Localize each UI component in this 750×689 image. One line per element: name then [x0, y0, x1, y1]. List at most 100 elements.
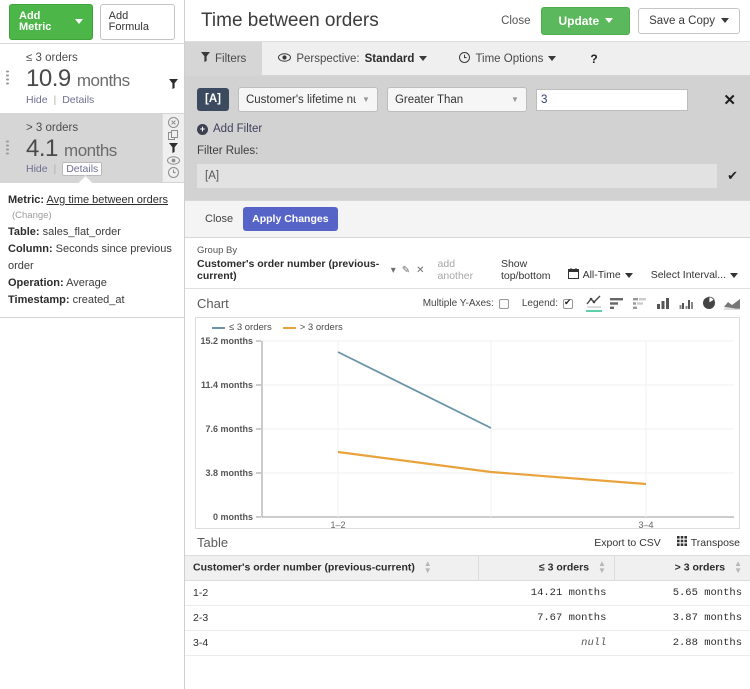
details-column-key: Column: [8, 243, 53, 255]
details-metric-row: Metric: Avg time between orders [8, 192, 176, 209]
eye-icon[interactable] [165, 154, 183, 167]
filter-tag-a: [A] [197, 87, 229, 112]
column-header-gt3[interactable]: > 3 orders ▲ ▼ [614, 555, 750, 581]
multiple-y-axes-checkbox[interactable] [498, 298, 509, 309]
drag-handle[interactable] [5, 139, 10, 157]
close-report-link[interactable]: Close [501, 15, 530, 27]
table-row[interactable]: 3-4 null 2.88 months [185, 630, 750, 656]
interval-selector[interactable]: Select Interval... [651, 269, 738, 281]
x-tick-label: 3–4 [638, 520, 653, 530]
table-body: 1-2 14.21 months 5.65 months 2-3 7.67 mo… [185, 580, 750, 656]
details-table-value: sales_flat_order [42, 225, 121, 238]
tab-time-options[interactable]: Time Options [443, 42, 572, 75]
filter-value-input[interactable] [535, 88, 688, 111]
filter-apply-bar: Close Apply Changes [185, 200, 750, 238]
metric-card-gt3[interactable]: > 3 orders 4.1 months Hide | Details [0, 113, 184, 184]
tab-help[interactable]: ? [572, 42, 615, 75]
legend-item-gt3[interactable]: > 3 orders [282, 322, 343, 333]
apply-changes-button[interactable]: Apply Changes [243, 207, 338, 231]
chart-toolbar: Chart Multiple Y-Axes: Legend: [185, 289, 750, 317]
grouped-column-chart-icon[interactable] [678, 295, 694, 312]
metric-card-value: 10.9 months [26, 65, 158, 93]
area-chart-icon[interactable] [724, 295, 740, 312]
column-chart-icon[interactable] [655, 295, 671, 312]
filter-icon[interactable] [165, 142, 183, 155]
transpose-label: Transpose [690, 536, 740, 549]
edit-pencil-icon[interactable]: ✎ [402, 265, 410, 276]
cell-le3: null [478, 630, 615, 656]
details-link[interactable]: Details [62, 94, 94, 106]
series-line-gt3 [337, 450, 647, 486]
column-header-group-label: Customer's order number (previous-curren… [193, 561, 415, 574]
close-icon[interactable] [165, 117, 183, 130]
duplicate-icon[interactable] [165, 129, 183, 142]
export-to-csv-button[interactable]: Export to CSV [594, 537, 661, 549]
details-table-row: Table: sales_flat_order [8, 224, 176, 241]
chevron-down-icon [548, 56, 557, 61]
filter-rules-input[interactable]: [A] [197, 164, 718, 188]
metric-card-label: > 3 orders [26, 121, 79, 134]
metric-card-icon-rail [162, 113, 184, 183]
pie-chart-icon[interactable] [701, 295, 717, 312]
add-formula-button[interactable]: Add Formula [99, 3, 175, 40]
drag-handle[interactable] [5, 69, 10, 87]
filter-panel: [A] Customer's lifetime num... ▼ Greater… [185, 76, 750, 200]
show-top-bottom-link[interactable]: Show top/bottom [501, 258, 568, 282]
remove-x-icon[interactable]: ✕ [416, 265, 424, 276]
legend-label-gt3: > 3 orders [299, 322, 343, 333]
filter-close-button[interactable]: Close [197, 213, 233, 225]
hide-link[interactable]: Hide [26, 163, 48, 175]
group-by-dimension[interactable]: Customer's order number (previous-curren… [197, 258, 385, 282]
details-change-link[interactable]: (Change) [8, 209, 176, 224]
column-header-group[interactable]: Customer's order number (previous-curren… [185, 555, 480, 581]
add-filter-button[interactable]: + Add Filter [197, 123, 738, 135]
details-column-row: Column: Seconds since previous order [8, 241, 176, 275]
cell-group: 3-4 [185, 630, 479, 656]
results-table: Customer's order number (previous-curren… [185, 555, 750, 656]
sort-icon[interactable]: ▲ ▼ [734, 560, 742, 575]
details-metric-key: Metric: [8, 194, 45, 207]
chevron-down-icon[interactable]: ▾ [391, 265, 396, 276]
update-label: Update [558, 13, 600, 28]
update-button[interactable]: Update [541, 6, 631, 35]
stacked-bar-chart-icon[interactable] [632, 295, 648, 312]
y-tick-label: 11.4 months [201, 380, 253, 390]
filter-icon[interactable] [164, 76, 182, 92]
filter-field-select[interactable]: Customer's lifetime num... ▼ [237, 87, 378, 112]
line-chart-icon[interactable] [586, 295, 602, 312]
remove-filter-icon[interactable]: ✕ [721, 91, 738, 109]
horizontal-bar-chart-icon[interactable] [609, 295, 625, 312]
sort-icon[interactable]: ▲ ▼ [424, 560, 432, 575]
table-row[interactable]: 2-3 7.67 months 3.87 months [185, 605, 750, 631]
tab-filters[interactable]: Filters [185, 42, 263, 75]
save-a-copy-label: Save a Copy [649, 14, 715, 27]
checkmark-icon[interactable]: ✔ [727, 168, 738, 184]
table-row[interactable]: 1-2 14.21 months 5.65 months [185, 580, 750, 606]
table-caption: Table [197, 535, 229, 550]
metric-card-le3[interactable]: ≤ 3 orders 10.9 months Hide | Details [0, 44, 184, 114]
filter-rules-label: Filter Rules: [197, 145, 259, 157]
chevron-down-icon [730, 272, 738, 278]
series-line-le3 [337, 351, 492, 429]
filter-operator-select[interactable]: Greater Than ▼ [386, 87, 527, 112]
column-header-gt3-label: > 3 orders [674, 561, 726, 574]
cell-gt3: 2.88 months [614, 630, 750, 656]
sort-icon[interactable]: ▲ ▼ [598, 560, 606, 575]
details-metric-value[interactable]: Avg time between orders [47, 194, 168, 206]
tab-perspective[interactable]: Perspective: Standard [262, 42, 443, 75]
save-a-copy-button[interactable]: Save a Copy [638, 7, 740, 34]
tab-time-options-label: Time Options [475, 52, 544, 65]
details-link[interactable]: Details [62, 162, 103, 177]
add-metric-label: Add Metric [19, 9, 52, 33]
legend-checkbox[interactable] [563, 297, 573, 309]
metrics-sidebar: Add Metric Add Formula ≤ 3 orders 10.9 m… [0, 0, 185, 689]
legend-item-le3[interactable]: ≤ 3 orders [212, 322, 272, 333]
add-metric-button[interactable]: Add Metric [9, 3, 93, 40]
add-another-link[interactable]: add another [438, 258, 485, 282]
transpose-button[interactable]: Transpose [676, 536, 740, 549]
hide-link[interactable]: Hide [26, 94, 48, 106]
time-range-selector[interactable]: All-Time [567, 268, 633, 282]
clock-icon[interactable] [165, 167, 183, 180]
column-header-le3[interactable]: ≤ 3 orders ▲ ▼ [478, 555, 615, 581]
app-root: Add Metric Add Formula ≤ 3 orders 10.9 m… [0, 0, 750, 689]
